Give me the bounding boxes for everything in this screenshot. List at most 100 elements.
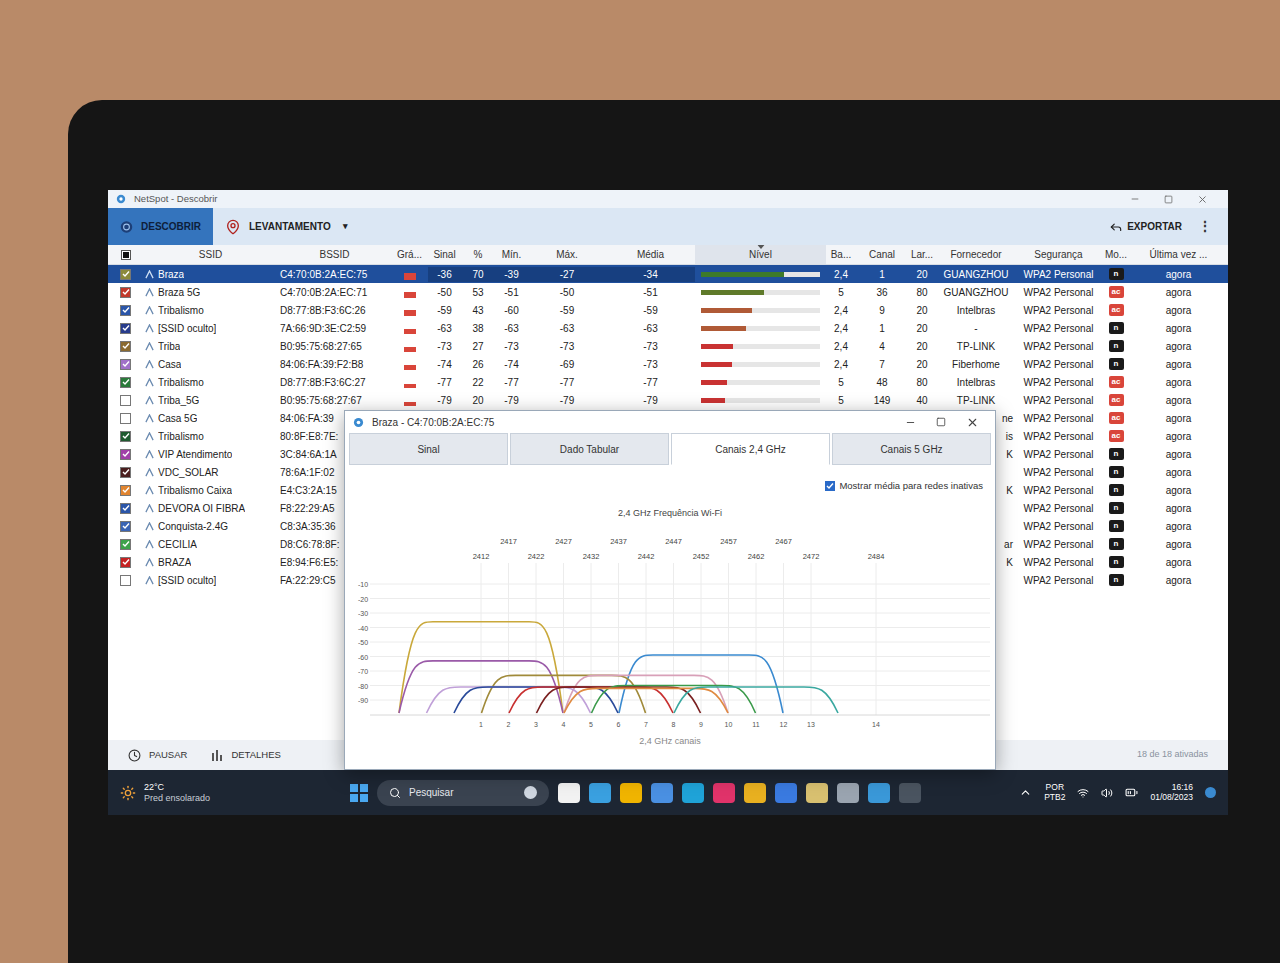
- security: WPA2 Personal: [1016, 267, 1101, 282]
- clock[interactable]: 16:1601/08/2023: [1150, 783, 1193, 803]
- row-checkbox[interactable]: [120, 287, 131, 298]
- taskbar-app-icon[interactable]: [620, 783, 642, 803]
- row-checkbox[interactable]: [120, 539, 131, 550]
- table-row[interactable]: Triba_5GB0:95:75:68:27:67-7920-79-79-795…: [108, 391, 1228, 409]
- column-header[interactable]: Lar...: [908, 245, 936, 264]
- dialog-tab[interactable]: Sinal: [349, 433, 508, 465]
- taskbar-app-icon[interactable]: [775, 783, 797, 803]
- x-tick: 11: [752, 721, 759, 728]
- column-header[interactable]: Média: [606, 245, 695, 264]
- taskbar-app-icon[interactable]: [589, 783, 611, 803]
- column-header[interactable]: Nível: [695, 245, 826, 264]
- row-checkbox[interactable]: [120, 449, 131, 460]
- tray-chevron-icon[interactable]: [1019, 786, 1032, 799]
- minimize-icon[interactable]: [905, 417, 916, 428]
- search-box[interactable]: Pesquisar: [377, 780, 549, 806]
- check-icon: [122, 270, 130, 278]
- toolbar-tab[interactable]: DESCOBRIR: [108, 208, 213, 245]
- row-checkbox[interactable]: [120, 377, 131, 388]
- table-row[interactable]: Braza 5GC4:70:0B:2A:EC:71-5053-51-50-515…: [108, 283, 1228, 301]
- table-row[interactable]: TribaB0:95:75:68:27:65-7327-73-73-732,44…: [108, 337, 1228, 355]
- column-header[interactable]: Última vez ...: [1131, 245, 1226, 264]
- column-header[interactable]: Sinal: [428, 245, 461, 264]
- table-row[interactable]: [SSID oculto]7A:66:9D:3E:C2:59-6338-63-6…: [108, 319, 1228, 337]
- close-icon[interactable]: [966, 416, 979, 429]
- taskbar-app-icon[interactable]: [682, 783, 704, 803]
- windows-icon[interactable]: [350, 784, 368, 802]
- minimize-icon[interactable]: [1130, 194, 1140, 204]
- taskbar-app-icon[interactable]: [744, 783, 766, 803]
- level-bar: [701, 290, 820, 295]
- security: WPA2 Personal: [1016, 537, 1101, 552]
- taskbar-app-icon[interactable]: [806, 783, 828, 803]
- dialog-tab[interactable]: Canais 5 GHz: [832, 433, 991, 465]
- channel: 1: [856, 267, 908, 282]
- row-checkbox[interactable]: [120, 323, 131, 334]
- row-checkbox[interactable]: [120, 431, 131, 442]
- security: WPA2 Personal: [1016, 501, 1101, 516]
- column-header[interactable]: %: [461, 245, 495, 264]
- taskbar-app-icon[interactable]: [558, 783, 580, 803]
- taskbar-app-icon[interactable]: [868, 783, 890, 803]
- column-header[interactable]: BSSID: [278, 245, 391, 264]
- column-header[interactable]: Fornecedor: [936, 245, 1016, 264]
- row-checkbox[interactable]: [120, 557, 131, 568]
- battery-icon[interactable]: [1125, 786, 1138, 799]
- volume-icon[interactable]: [1101, 787, 1113, 799]
- row-checkbox[interactable]: [120, 413, 131, 424]
- column-header[interactable]: Máx.: [528, 245, 606, 264]
- level-fill: [701, 344, 733, 349]
- details-button[interactable]: DETALHES: [211, 748, 280, 762]
- security: WPA2 Personal: [1016, 303, 1101, 318]
- weather-widget[interactable]: 22°CPred ensolarado: [120, 782, 350, 803]
- pause-button[interactable]: PAUSAR: [128, 748, 187, 762]
- toolbar-tab[interactable]: LEVANTAMENTO▾: [213, 208, 360, 245]
- average-checkbox[interactable]: [825, 481, 835, 491]
- taskbar-app-icon[interactable]: [651, 783, 673, 803]
- mini-graph: [404, 329, 416, 334]
- wifi-icon[interactable]: [1077, 787, 1089, 799]
- column-header[interactable]: Grá...: [391, 245, 428, 264]
- check-icon: [122, 306, 130, 314]
- notification-dot[interactable]: [1205, 787, 1216, 798]
- x-tick: 8: [672, 721, 676, 728]
- column-header[interactable]: SSID: [143, 245, 278, 264]
- column-header[interactable]: Mo...: [1101, 245, 1131, 264]
- close-icon[interactable]: [1197, 194, 1208, 205]
- maximize-icon[interactable]: [1164, 195, 1173, 204]
- column-header[interactable]: Canal: [856, 245, 908, 264]
- more-button[interactable]: ⋮: [1194, 216, 1216, 237]
- column-header[interactable]: Ba...: [826, 245, 856, 264]
- table-row[interactable]: Casa84:06:FA:39:F2:B8-7426-74-69-732,472…: [108, 355, 1228, 373]
- row-checkbox[interactable]: [120, 467, 131, 478]
- dialog-tab[interactable]: Dado Tabular: [510, 433, 669, 465]
- ssid: Conquista-2.4G: [158, 519, 228, 534]
- row-checkbox[interactable]: [120, 269, 131, 280]
- network-icon: [145, 540, 154, 549]
- row-checkbox[interactable]: [120, 341, 131, 352]
- column-header[interactable]: Mín.: [495, 245, 528, 264]
- level-bar: [701, 326, 820, 331]
- y-tick: -80: [358, 683, 368, 690]
- export-button[interactable]: EXPORTAR: [1109, 219, 1182, 234]
- select-all-checkbox[interactable]: [121, 250, 131, 260]
- table-row[interactable]: TribalismoD8:77:8B:F3:6C:26-5943-60-59-5…: [108, 301, 1228, 319]
- row-checkbox[interactable]: [120, 305, 131, 316]
- row-checkbox[interactable]: [120, 395, 131, 406]
- x-tick: 13: [807, 721, 815, 728]
- taskbar-app-icon[interactable]: [713, 783, 735, 803]
- row-checkbox[interactable]: [120, 359, 131, 370]
- row-checkbox[interactable]: [120, 485, 131, 496]
- table-row[interactable]: BrazaC4:70:0B:2A:EC:75-3670-39-27-342,41…: [108, 265, 1228, 283]
- row-checkbox[interactable]: [120, 575, 131, 586]
- table-row[interactable]: TribalismoD8:77:8B:F3:6C:27-7722-77-77-7…: [108, 373, 1228, 391]
- column-header[interactable]: Segurança: [1016, 245, 1101, 264]
- taskbar-app-icon[interactable]: [899, 783, 921, 803]
- maximize-icon[interactable]: [936, 417, 946, 427]
- level-bar: [701, 344, 820, 349]
- taskbar-app-icon[interactable]: [837, 783, 859, 803]
- row-checkbox[interactable]: [120, 521, 131, 532]
- row-checkbox[interactable]: [120, 503, 131, 514]
- dialog-tab[interactable]: Canais 2,4 GHz: [671, 433, 830, 465]
- keyboard-layout[interactable]: PORPTB2: [1044, 783, 1065, 803]
